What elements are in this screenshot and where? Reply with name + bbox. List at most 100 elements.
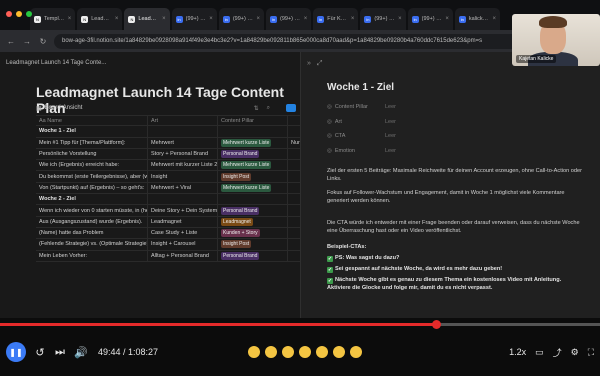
row-pillar-cell[interactable]: Personal Brand	[218, 148, 288, 160]
row-pillar-cell[interactable]: Personal Brand	[218, 205, 288, 216]
row-name-cell[interactable]: Von (Startpunkt) auf (Ergebnis) – so geh…	[36, 182, 148, 194]
row-name-cell[interactable]: Wenn ich wieder von 0 starten müsste, in…	[36, 205, 148, 216]
forward-icon[interactable]: →	[22, 37, 32, 46]
new-entry-button[interactable]	[286, 104, 296, 112]
search-icon[interactable]: ⌕	[267, 105, 270, 112]
column-pillar-header[interactable]: Content Pillar	[218, 116, 288, 126]
row-pillar-cell[interactable]: Kunden + Story	[218, 227, 288, 239]
table-row[interactable]: Mein #1 Tipp für [Thema/Plattform]: Mehrw…	[36, 137, 300, 149]
row-name-cell[interactable]: (Name) hatte das Problem	[36, 227, 148, 239]
row-art-cell[interactable]: Insight + Carousel	[148, 239, 218, 250]
thumbs-up-reaction-icon[interactable]	[316, 346, 329, 358]
row-extra-cell[interactable]	[288, 228, 300, 238]
filter-icon[interactable]: ⇅	[254, 105, 259, 112]
row-extra-cell[interactable]	[288, 251, 300, 261]
column-extra-header[interactable]	[288, 116, 300, 125]
row-art-cell[interactable]: Alltag + Personal Brand	[148, 250, 218, 261]
reload-icon[interactable]: ↻	[38, 37, 48, 46]
breadcrumb[interactable]: Leadmagnet Launch 14 Tage Conte...	[6, 60, 106, 66]
fullscreen-icon[interactable]: ⛶	[588, 347, 594, 358]
table-row[interactable]: (Name) hatte das Problem Case Study + Lis…	[36, 227, 300, 240]
table-row[interactable]: Wie ich (Ergebnis) erreicht habe: Mehrwer…	[36, 160, 300, 172]
row-extra-cell[interactable]	[288, 239, 300, 249]
url-field[interactable]: bow-age-3fil.notion.site/1a84829be092809…	[54, 33, 524, 49]
table-row[interactable]: Persönliche Vorstellung Story + Personal …	[36, 148, 300, 161]
row-name-cell[interactable]: (Fehlende Strategie) vs. (Optimale Strat…	[36, 239, 148, 250]
row-extra-cell[interactable]	[288, 160, 300, 170]
browser-tab[interactable]: in(99+) Post×	[407, 8, 453, 30]
row-art-cell[interactable]: Leadmagnet	[148, 216, 218, 227]
close-tab-icon[interactable]: ×	[493, 16, 497, 22]
row-name-cell[interactable]: Wie ich (Ergebnis) erreicht habe:	[36, 160, 148, 171]
row-extra-cell[interactable]	[288, 194, 300, 204]
row-art-cell[interactable]	[148, 126, 218, 137]
speed-control[interactable]: 1.2x	[509, 347, 526, 357]
row-pillar-cell[interactable]: Insight Post	[218, 171, 288, 182]
row-pillar-cell[interactable]: Mehrwert kurze Liste	[218, 182, 288, 194]
property-row[interactable]: ◎ Emotion Leer	[327, 144, 587, 159]
property-value[interactable]: Leer	[385, 119, 396, 125]
property-row[interactable]: ◎ CTA Leer	[327, 129, 587, 144]
close-tab-icon[interactable]: ×	[209, 16, 213, 22]
row-name-cell[interactable]: Woche 1 - Ziel	[36, 126, 148, 137]
minimize-window-icon[interactable]	[16, 11, 22, 17]
row-name-cell[interactable]: Mein Leben Vorher:	[36, 250, 148, 261]
row-extra-cell[interactable]	[288, 205, 300, 215]
close-tab-icon[interactable]: ×	[257, 16, 261, 22]
property-row[interactable]: ◎ Content Pillar Leer	[327, 100, 587, 115]
row-art-cell[interactable]: Mehrwert + Viral	[148, 182, 218, 194]
browser-tab[interactable]: in(99+) Post×	[218, 8, 265, 30]
table-row[interactable]: Von (Startpunkt) auf (Ergebnis) – so geh…	[36, 182, 300, 195]
close-tab-icon[interactable]: ×	[162, 16, 166, 22]
row-pillar-cell[interactable]: Personal Brand	[218, 250, 288, 261]
clap-reaction-icon[interactable]	[299, 346, 312, 358]
row-extra-cell[interactable]	[288, 171, 300, 181]
row-extra-cell[interactable]: Nur	[288, 138, 300, 148]
row-pillar-cell[interactable]: Mehrwert kurze Liste	[218, 137, 288, 148]
property-value[interactable]: Leer	[385, 133, 396, 139]
pause-button[interactable]: ❚❚	[6, 342, 26, 362]
row-pillar-cell[interactable]	[218, 126, 288, 137]
column-art-header[interactable]: Art	[148, 116, 218, 126]
property-row[interactable]: ◎ Art Leer	[327, 115, 587, 130]
volume-icon[interactable]: 🔊	[74, 346, 88, 359]
row-pillar-cell[interactable]	[218, 194, 288, 205]
browser-tab[interactable]: in kalickeLi ×	[454, 8, 501, 30]
row-pillar-cell[interactable]: Mehrwert kurze Liste	[218, 160, 288, 171]
row-art-cell[interactable]: Insight	[148, 171, 218, 182]
captions-icon[interactable]: ▭	[535, 347, 544, 358]
row-art-cell[interactable]: Mehrwert mit kurzer Liste 2-3	[148, 160, 218, 171]
row-name-cell[interactable]: Woche 2 - Ziel	[36, 194, 148, 205]
browser-tab[interactable]: NLeadmagn×	[124, 8, 170, 30]
progress-knob[interactable]	[432, 320, 442, 329]
table-row[interactable]: Aus (Ausgangszustand) wurde (Ergebnis). L…	[36, 216, 300, 228]
row-art-cell[interactable]	[148, 194, 218, 205]
close-tab-icon[interactable]: ×	[115, 16, 119, 22]
table-row[interactable]: Mein Leben Vorher: Alltag + Personal Bran…	[36, 250, 300, 262]
row-pillar-cell[interactable]: Insight Post	[218, 239, 288, 250]
row-art-cell[interactable]: Story + Personal Brand	[148, 148, 218, 160]
property-value[interactable]: Leer	[385, 148, 396, 154]
browser-tab[interactable]: N Template ×	[30, 8, 76, 30]
close-tab-icon[interactable]: ×	[68, 16, 72, 22]
close-window-icon[interactable]	[6, 11, 12, 17]
surprised-reaction-icon[interactable]	[282, 346, 295, 358]
maximize-window-icon[interactable]	[26, 11, 32, 17]
row-extra-cell[interactable]	[288, 126, 300, 136]
hundred-reaction-icon[interactable]	[350, 346, 363, 358]
table-row[interactable]: Woche 1 - Ziel	[36, 126, 300, 138]
row-name-cell[interactable]: Du bekommst (erste Teilergebnisse), aber…	[36, 171, 148, 182]
window-controls[interactable]	[6, 11, 32, 17]
table-row[interactable]: (Fehlende Strategie) vs. (Optimale Strat…	[36, 239, 300, 251]
laugh-reaction-icon[interactable]	[248, 346, 261, 358]
table-row[interactable]: Woche 2 - Ziel	[36, 194, 300, 206]
row-name-cell[interactable]: Mein #1 Tipp für [Thema/Plattform]:	[36, 137, 148, 148]
row-pillar-cell[interactable]: Leadmagnet	[218, 216, 288, 227]
browser-tab[interactable]: in(99+) Post×	[266, 8, 312, 30]
table-row[interactable]: Wenn ich wieder von 0 starten müsste, in…	[36, 205, 300, 217]
property-value[interactable]: Leer	[385, 104, 396, 110]
close-peek-icon[interactable]: »	[307, 60, 311, 68]
expand-icon[interactable]: ⤢	[317, 60, 323, 68]
thumbs-down-reaction-icon[interactable]	[333, 346, 346, 358]
row-name-cell[interactable]: Aus (Ausgangszustand) wurde (Ergebnis).	[36, 216, 148, 227]
